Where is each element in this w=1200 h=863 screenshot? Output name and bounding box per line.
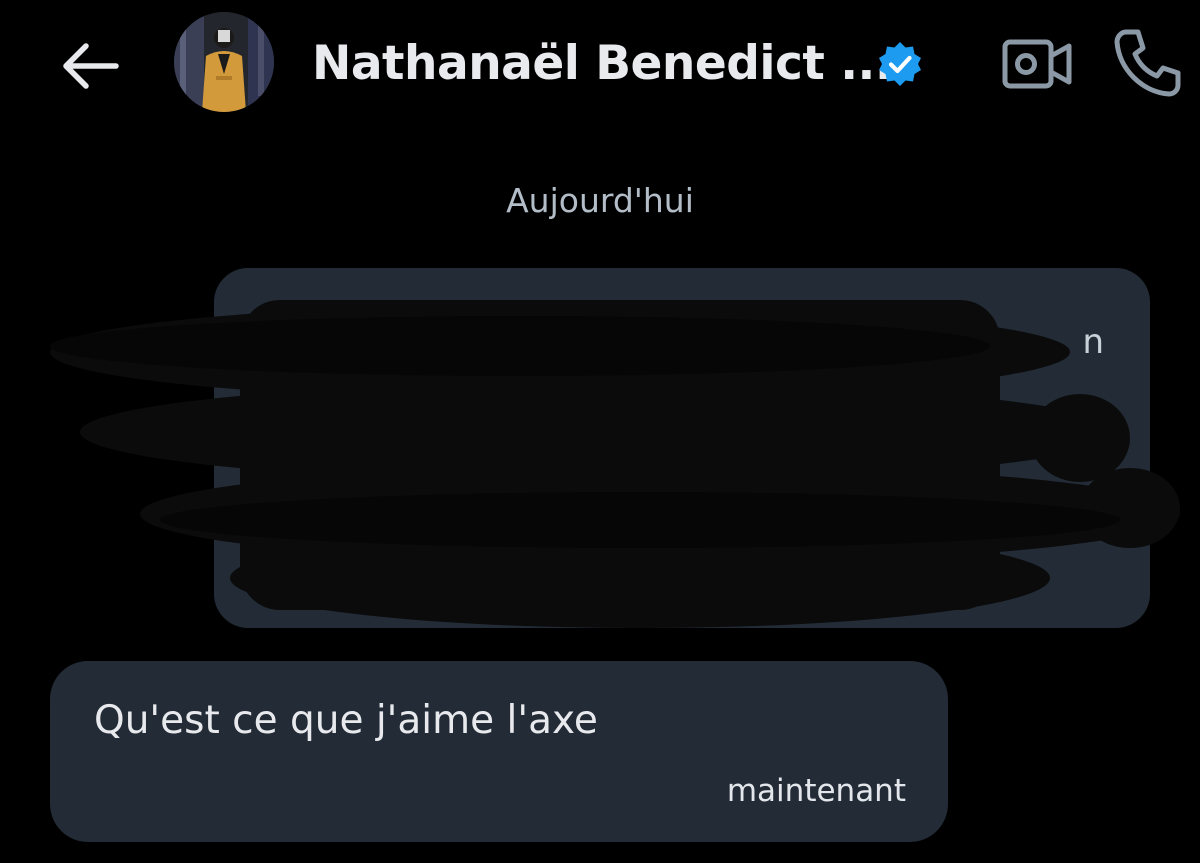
message-bubble[interactable]: Qu'est ce que j'aime l'axe maintenant [50,661,948,842]
message-text: Qu'est ce que j'aime l'axe [94,698,598,743]
video-camera-icon [1002,39,1072,89]
shared-post-avatar [274,320,314,360]
shared-post-text-fragment: n [1082,322,1104,362]
phone-icon [1114,29,1181,97]
message-timestamp: maintenant [726,773,906,809]
contact-name[interactable]: Nathanaël Benedict ... [312,32,893,96]
shared-post-bubble[interactable]: n [214,268,1150,628]
contact-avatar[interactable] [174,12,274,112]
back-button[interactable] [58,40,120,92]
dm-conversation-screen: Nathanaël Benedict ... Aujourd'hui n Qu'… [0,0,1200,863]
voice-call-button[interactable] [1112,26,1184,98]
date-divider: Aujourd'hui [506,181,694,220]
verified-badge-icon [879,42,921,86]
video-call-button[interactable] [1000,36,1074,92]
arrow-left-icon [63,43,119,89]
avatar-photo [174,12,274,112]
verified-badge [876,40,924,88]
